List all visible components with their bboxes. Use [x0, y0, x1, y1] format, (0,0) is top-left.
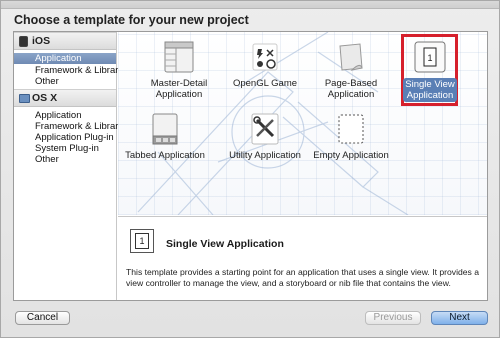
template-opengl-game[interactable]: OpenGL Game — [222, 40, 308, 89]
template-tabbed[interactable]: Tabbed Application — [122, 112, 208, 161]
template-detail-pane: 1 Single View Application This template … — [118, 216, 487, 300]
template-chooser: iOS Application Framework & Library Othe… — [13, 31, 488, 301]
sidebar-item-osx-application-plugin[interactable]: Application Plug-in — [14, 132, 116, 143]
sidebar-group-label: iOS — [32, 35, 51, 47]
template-label: Utility Application — [229, 150, 301, 161]
sidebar-item-osx-application[interactable]: Application — [14, 110, 116, 121]
platform-sidebar: iOS Application Framework & Library Othe… — [14, 32, 123, 300]
mac-icon — [19, 94, 30, 103]
iphone-icon — [19, 36, 28, 47]
tabbed-icon — [148, 112, 182, 146]
detail-icon-text: 1 — [135, 233, 149, 249]
sidebar-group-osx[interactable]: OS X — [14, 89, 116, 107]
empty-icon — [334, 112, 368, 146]
sidebar-group-ios[interactable]: iOS — [14, 32, 116, 50]
template-label: Empty Application — [313, 150, 389, 161]
single-view-icon: 1 — [130, 229, 154, 253]
template-grid: Master-Detail Application OpenGL Game Pa… — [118, 32, 487, 215]
new-project-window: Choose a template for your new project i… — [0, 0, 500, 338]
page-based-icon — [334, 40, 368, 74]
sidebar-item-osx-system-plugin[interactable]: System Plug-in — [14, 143, 116, 154]
sidebar-item-osx-other[interactable]: Other — [14, 154, 116, 165]
single-view-icon: 1 — [413, 40, 447, 74]
template-label: Tabbed Application — [125, 150, 205, 161]
next-button[interactable]: Next — [431, 311, 488, 325]
template-single-view[interactable]: 1 Single View Application — [387, 40, 473, 102]
template-label: Master-Detail Application — [150, 78, 208, 100]
sidebar-item-ios-other[interactable]: Other — [14, 76, 116, 87]
sidebar-group-label: OS X — [32, 92, 58, 104]
sheet-title: Choose a template for your new project — [14, 13, 249, 27]
detail-title: Single View Application — [166, 238, 284, 250]
sidebar-item-ios-framework-library[interactable]: Framework & Library — [14, 65, 123, 76]
template-page-based[interactable]: Page-Based Application — [308, 40, 394, 100]
title-bar — [1, 1, 499, 9]
template-utility[interactable]: Utility Application — [222, 112, 308, 161]
detail-description: This template provides a starting point … — [126, 267, 480, 288]
master-detail-icon — [162, 40, 196, 74]
svg-text:1: 1 — [427, 53, 432, 63]
sidebar-item-osx-framework-library[interactable]: Framework & Library — [14, 121, 123, 132]
sidebar-item-ios-application[interactable]: Application — [14, 53, 116, 64]
template-master-detail[interactable]: Master-Detail Application — [136, 40, 222, 100]
utility-icon — [248, 112, 282, 146]
template-label: OpenGL Game — [232, 78, 298, 89]
cancel-button[interactable]: Cancel — [15, 311, 70, 325]
template-label: Page-Based Application — [324, 78, 378, 100]
template-empty[interactable]: Empty Application — [308, 112, 394, 161]
opengl-game-icon — [248, 40, 282, 74]
previous-button[interactable]: Previous — [365, 311, 421, 325]
template-label: Single View Application — [403, 78, 457, 102]
